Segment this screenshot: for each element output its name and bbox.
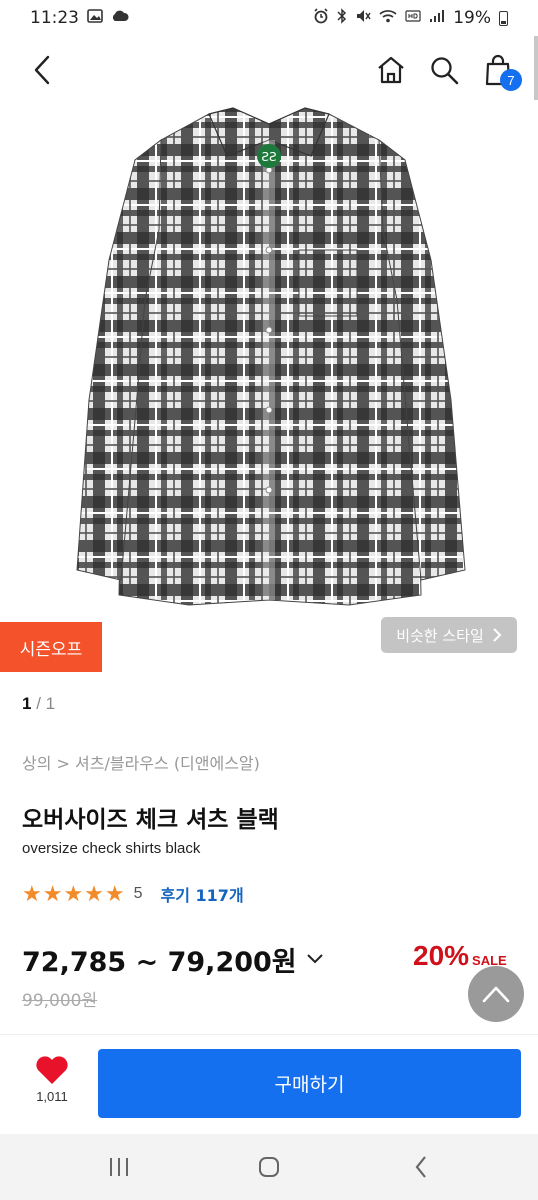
- search-icon: [431, 57, 459, 85]
- chevron-up-icon: [482, 986, 510, 1003]
- recents-button[interactable]: [102, 1152, 136, 1182]
- season-off-badge: 시즌오프: [0, 622, 102, 672]
- product-subtitle: oversize check shirts black: [22, 840, 201, 857]
- similar-style-button[interactable]: 비슷한 스타일: [381, 617, 517, 653]
- pager-total: 1: [45, 694, 56, 713]
- home-circle-icon: [259, 1157, 279, 1177]
- pager-separator: /: [31, 694, 46, 713]
- rating-score: 5: [133, 885, 143, 902]
- scroll-to-top-button[interactable]: [468, 966, 524, 1022]
- cloud-icon: [111, 9, 129, 27]
- mute-icon: [355, 8, 371, 28]
- heart-icon: [36, 1056, 68, 1084]
- scroll-indicator: [534, 36, 538, 100]
- system-nav-bar: [0, 1134, 538, 1200]
- recents-icon: [110, 1158, 128, 1176]
- product-title: 오버사이즈 체크 셔츠 블랙: [22, 807, 279, 833]
- chevron-right-icon: [493, 628, 502, 642]
- system-home-button[interactable]: [252, 1152, 286, 1182]
- signal-icon: [429, 9, 445, 27]
- sale-price: 72,785 ~ 79,200원: [22, 946, 297, 978]
- alarm-icon: [313, 8, 329, 28]
- purchase-bar: 1,011 구매하기: [0, 1034, 538, 1134]
- gallery-icon: [87, 9, 103, 27]
- home-icon: [378, 56, 404, 84]
- review-link[interactable]: 후기 117개: [161, 882, 244, 906]
- like-button[interactable]: 1,011: [24, 1055, 80, 1117]
- chevron-down-icon: [306, 954, 323, 964]
- bluetooth-icon: [337, 8, 347, 28]
- breadcrumb[interactable]: 상의 > 셔츠/블라우스 (디앤에스알): [22, 750, 260, 774]
- home-button[interactable]: [372, 50, 410, 90]
- chevron-left-icon: [34, 55, 50, 85]
- battery-percent: 19%: [453, 8, 491, 28]
- similar-style-label: 비슷한 스타일: [396, 626, 484, 645]
- status-bar: 11:23 19%: [0, 0, 538, 36]
- price-dropdown-button[interactable]: [306, 954, 323, 964]
- original-price: 99,000원: [22, 991, 98, 1011]
- back-chevron-icon: [415, 1156, 426, 1178]
- rating-stars: ★★★★★: [22, 881, 126, 907]
- wifi-icon: [379, 9, 397, 27]
- status-time: 11:23: [30, 8, 79, 28]
- top-nav: [0, 42, 538, 98]
- system-back-button[interactable]: [404, 1152, 438, 1182]
- buy-button[interactable]: 구매하기: [98, 1049, 521, 1118]
- rating-row: ★★★★★ 5 후기 117개: [22, 880, 244, 908]
- cart-count-badge: 7: [500, 69, 522, 91]
- back-button[interactable]: [24, 50, 60, 90]
- svg-text:ƧƧ: ƧƧ: [261, 150, 276, 164]
- like-count: 1,011: [36, 1089, 68, 1104]
- product-image[interactable]: ƧƧ: [0, 100, 538, 620]
- discount-percent: 20%: [413, 940, 470, 971]
- image-pager: 1 / 1: [22, 694, 55, 714]
- battery-icon: [499, 10, 508, 26]
- hd-voice-icon: [405, 9, 421, 27]
- price-row: 72,785 ~ 79,200원: [22, 940, 323, 978]
- search-button[interactable]: [424, 50, 464, 90]
